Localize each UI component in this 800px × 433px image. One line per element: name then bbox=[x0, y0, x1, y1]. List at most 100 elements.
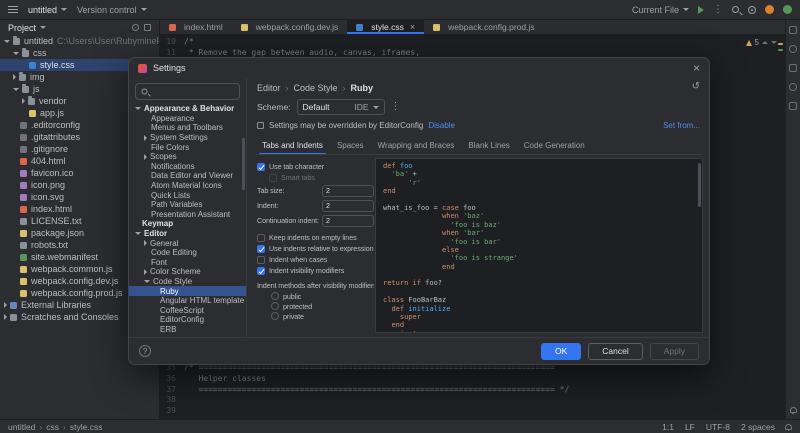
inspections-widget[interactable]: 5 bbox=[746, 38, 777, 47]
settings-tree-item[interactable]: Ruby bbox=[129, 286, 246, 296]
chevron-right-icon bbox=[13, 74, 16, 80]
project-tool-header[interactable]: Project bbox=[0, 20, 160, 35]
apply-button[interactable]: Apply bbox=[650, 343, 699, 360]
more-actions-icon[interactable]: ⋮ bbox=[713, 5, 723, 15]
settings-tree-item[interactable]: Presentation Assistant bbox=[129, 210, 246, 220]
settings-tree-item[interactable]: Code Style bbox=[129, 277, 246, 287]
close-icon[interactable]: × bbox=[693, 62, 700, 74]
code-style-tab[interactable]: Blank Lines bbox=[461, 139, 516, 154]
keep-indents-checkbox[interactable]: Keep indents on empty lines bbox=[257, 232, 374, 243]
settings-tree-item[interactable]: File Colors bbox=[129, 142, 246, 152]
status-widget[interactable]: 1:1 bbox=[662, 422, 674, 432]
code-style-tab[interactable]: Code Generation bbox=[517, 139, 592, 154]
use-tab-character-checkbox[interactable]: Use tab character bbox=[257, 161, 374, 172]
settings-tree-item[interactable]: Editor bbox=[129, 229, 246, 239]
scheme-select[interactable]: Default IDE bbox=[297, 99, 385, 115]
settings-tree-item[interactable]: Keymap bbox=[129, 219, 246, 229]
set-from-link[interactable]: Set from... bbox=[663, 121, 700, 130]
vcs-widget[interactable]: Version control bbox=[77, 5, 147, 15]
editor-tab[interactable]: style.css× bbox=[347, 20, 424, 34]
scrollbar[interactable] bbox=[698, 163, 701, 207]
user-avatar-icon[interactable] bbox=[783, 5, 792, 14]
settings-tree-item[interactable]: Data Editor and Viewer bbox=[129, 171, 246, 181]
cancel-button[interactable]: Cancel bbox=[588, 343, 642, 360]
settings-tree-item[interactable]: Font bbox=[129, 258, 246, 268]
code-style-tab[interactable]: Tabs and Indents bbox=[255, 139, 330, 154]
scrollbar[interactable] bbox=[242, 138, 245, 190]
settings-tree-label: System Settings bbox=[150, 133, 208, 142]
preview-code-line: private bbox=[383, 330, 702, 333]
settings-tree-item[interactable]: ERB bbox=[129, 325, 246, 335]
indents-relative-checkbox[interactable]: Use indents relative to expression start bbox=[257, 243, 374, 254]
search-everywhere-icon[interactable] bbox=[732, 6, 739, 13]
notifications-tool-icon[interactable] bbox=[789, 26, 797, 34]
select-opened-file-icon[interactable] bbox=[132, 24, 139, 31]
status-widget[interactable]: LF bbox=[685, 422, 695, 432]
plugin-avatar-icon[interactable] bbox=[765, 5, 774, 14]
chevron-down-icon[interactable] bbox=[771, 41, 777, 44]
number-input[interactable]: 2 bbox=[322, 200, 374, 212]
indent-when-cases-checkbox[interactable]: Indent when cases bbox=[257, 254, 374, 265]
code-token: def bbox=[391, 305, 408, 313]
reset-icon[interactable]: ↺ bbox=[692, 82, 700, 92]
close-tab-icon[interactable]: × bbox=[410, 22, 415, 32]
project-tree-item[interactable]: untitledC:\Users\User\RubymineProjects\u… bbox=[0, 35, 159, 47]
status-breadcrumb-item[interactable]: untitled bbox=[8, 422, 35, 432]
editor-tab[interactable]: webpack.config.dev.js bbox=[232, 20, 348, 34]
ok-button[interactable]: OK bbox=[541, 343, 581, 360]
smart-tabs-checkbox[interactable]: Smart tabs bbox=[257, 172, 374, 183]
code-line: 10/* bbox=[160, 37, 785, 48]
help-icon[interactable]: ? bbox=[139, 345, 151, 357]
breadcrumb-item[interactable]: Code Style bbox=[294, 83, 338, 93]
gradle-tool-icon[interactable] bbox=[789, 45, 797, 53]
settings-tree-item[interactable]: Code Editing bbox=[129, 248, 246, 258]
run-configuration-widget[interactable]: Current File bbox=[632, 5, 689, 15]
visibility-radio[interactable]: public bbox=[271, 291, 374, 301]
editor-tab[interactable]: webpack.config.prod.js bbox=[424, 20, 543, 34]
settings-tree-item[interactable]: General bbox=[129, 238, 246, 248]
notifications-bell-icon[interactable] bbox=[790, 407, 797, 413]
collapse-all-icon[interactable] bbox=[144, 24, 151, 31]
settings-tree-item[interactable]: Angular HTML template bbox=[129, 296, 246, 306]
code-style-tab[interactable]: Wrapping and Braces bbox=[371, 139, 462, 154]
settings-tree-item[interactable]: Menus and Toolbars bbox=[129, 123, 246, 133]
settings-tree-item[interactable]: Atom Material Icons bbox=[129, 181, 246, 191]
disable-link[interactable]: Disable bbox=[428, 121, 455, 130]
project-widget[interactable]: untitled bbox=[28, 5, 67, 15]
ai-assistant-tool-icon[interactable] bbox=[789, 83, 797, 91]
settings-tree-item[interactable]: Appearance & Behavior bbox=[129, 104, 246, 114]
indent-visibility-checkbox[interactable]: Indent visibility modifiers bbox=[257, 265, 374, 276]
settings-tree-item[interactable]: Scopes bbox=[129, 152, 246, 162]
settings-tree-item[interactable]: Appearance bbox=[129, 114, 246, 124]
settings-tree-item[interactable]: Color Scheme bbox=[129, 267, 246, 277]
number-input[interactable]: 2 bbox=[322, 185, 374, 197]
visibility-radio[interactable]: private bbox=[271, 311, 374, 321]
settings-tree-item[interactable]: Quick Lists bbox=[129, 190, 246, 200]
editor-tab[interactable]: index.html bbox=[160, 20, 232, 34]
notifications-bell-icon[interactable] bbox=[785, 424, 792, 430]
settings-tree-item[interactable]: EditorConfig bbox=[129, 315, 246, 325]
structure-tool-icon[interactable] bbox=[789, 102, 797, 110]
visibility-radio[interactable]: protected bbox=[271, 301, 374, 311]
code-style-tab[interactable]: Spaces bbox=[330, 139, 371, 154]
code-token: FooBarBaz bbox=[408, 296, 446, 304]
database-tool-icon[interactable] bbox=[789, 64, 797, 72]
number-input[interactable]: 2 bbox=[322, 215, 374, 227]
status-breadcrumb-item[interactable]: css bbox=[46, 422, 59, 432]
dialog-header[interactable]: Settings × bbox=[129, 58, 709, 78]
status-breadcrumb-item[interactable]: style.css bbox=[70, 422, 103, 432]
status-widget[interactable]: 2 spaces bbox=[741, 422, 775, 432]
scheme-actions-icon[interactable]: ⋮ bbox=[391, 102, 401, 112]
settings-tree-item[interactable]: System Settings bbox=[129, 133, 246, 143]
main-menu-icon[interactable] bbox=[8, 6, 18, 13]
settings-tree-item[interactable]: CoffeeScript bbox=[129, 305, 246, 315]
settings-tree-item[interactable]: Path Variables bbox=[129, 200, 246, 210]
breadcrumb-item[interactable]: Editor bbox=[257, 83, 281, 93]
settings-search-input[interactable] bbox=[135, 83, 240, 100]
settings-gear-icon[interactable] bbox=[748, 6, 756, 14]
run-icon[interactable] bbox=[698, 6, 704, 14]
chevron-up-icon[interactable] bbox=[762, 41, 768, 44]
status-widget[interactable]: UTF-8 bbox=[706, 422, 730, 432]
settings-tree-item[interactable]: Notifications bbox=[129, 162, 246, 172]
breadcrumb-item[interactable]: Ruby bbox=[351, 83, 374, 93]
